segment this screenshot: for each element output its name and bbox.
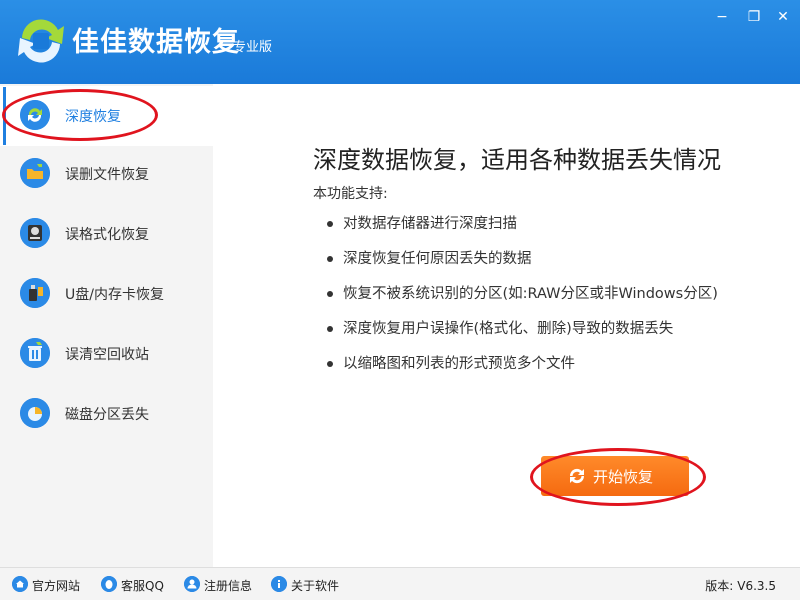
start-recovery-label: 开始恢复 xyxy=(593,468,654,486)
sidebar-item-label: U盘/内存卡恢复 xyxy=(65,287,164,303)
version-value: V6.3.5 xyxy=(737,579,776,593)
close-button[interactable]: ✕ xyxy=(771,6,795,28)
version-label: 版本: xyxy=(705,579,734,593)
sidebar-item-usb-card-recovery[interactable]: U盘/内存卡恢复 xyxy=(0,264,213,324)
sidebar-item-label: 误删文件恢复 xyxy=(65,167,149,183)
app-title: 佳佳数据恢复 xyxy=(72,27,240,58)
sidebar-item-deleted-file-recovery[interactable]: 误删文件恢复 xyxy=(0,144,213,204)
footer-link-label: 客服QQ xyxy=(121,579,164,593)
support-title: 本功能支持: xyxy=(313,186,388,202)
disk-icon xyxy=(20,218,50,248)
user-icon xyxy=(184,576,200,592)
feature-item: 深度恢复用户误操作(格式化、删除)导致的数据丢失 xyxy=(325,319,718,354)
home-icon xyxy=(12,576,28,592)
info-icon xyxy=(271,576,287,592)
feature-list: 对数据存储器进行深度扫描 深度恢复任何原因丢失的数据 恢复不被系统识别的分区(如… xyxy=(325,214,718,389)
refresh-icon xyxy=(20,100,50,130)
sidebar-item-label: 深度恢复 xyxy=(65,109,121,125)
app-edition: 专业版 xyxy=(233,40,273,55)
feature-item: 对数据存储器进行深度扫描 xyxy=(325,214,718,249)
version-info: 版本: V6.3.5 xyxy=(705,577,776,594)
usb-card-icon xyxy=(20,278,50,308)
sidebar: 深度恢复 误删文件恢复 误格式化恢复 U盘/内存卡恢复 误清空回收站 磁盘分区丢… xyxy=(0,84,213,567)
footer-link-label: 官方网站 xyxy=(32,579,81,593)
feature-item: 以缩略图和列表的形式预览多个文件 xyxy=(325,354,718,389)
sidebar-item-deep-recovery[interactable]: 深度恢复 xyxy=(0,86,213,146)
sidebar-item-recycle-bin-recovery[interactable]: 误清空回收站 xyxy=(0,324,213,384)
sidebar-item-partition-recovery[interactable]: 磁盘分区丢失 xyxy=(0,384,213,444)
maximize-button[interactable]: ❐ xyxy=(742,6,766,28)
status-bar: 官方网站 客服QQ 注册信息 关于软件 版本: V6.3.5 xyxy=(0,567,800,600)
sidebar-item-label: 误清空回收站 xyxy=(65,347,149,363)
pie-chart-icon xyxy=(20,398,50,428)
minimize-button[interactable]: − xyxy=(710,6,734,28)
title-bar: 佳佳数据恢复 专业版 − ❐ ✕ xyxy=(0,0,800,84)
sidebar-item-label: 磁盘分区丢失 xyxy=(65,407,149,423)
app-logo-icon xyxy=(18,19,64,63)
refresh-icon xyxy=(569,468,585,484)
sidebar-item-format-recovery[interactable]: 误格式化恢复 xyxy=(0,204,213,264)
sidebar-item-label: 误格式化恢复 xyxy=(65,227,149,243)
main-panel: 深度数据恢复，适用各种数据丢失情况 本功能支持: 对数据存储器进行深度扫描 深度… xyxy=(213,84,800,567)
feature-item: 恢复不被系统识别的分区(如:RAW分区或非Windows分区) xyxy=(325,284,718,319)
feature-item: 深度恢复任何原因丢失的数据 xyxy=(325,249,718,284)
recycle-bin-icon xyxy=(20,338,50,368)
footer-link-label: 关于软件 xyxy=(291,579,340,593)
start-recovery-button[interactable]: 开始恢复 xyxy=(541,456,689,496)
active-indicator xyxy=(3,87,6,145)
qq-icon xyxy=(101,576,117,592)
footer-link-label: 注册信息 xyxy=(204,579,253,593)
folder-icon xyxy=(20,158,50,188)
page-title: 深度数据恢复，适用各种数据丢失情况 xyxy=(313,146,721,174)
